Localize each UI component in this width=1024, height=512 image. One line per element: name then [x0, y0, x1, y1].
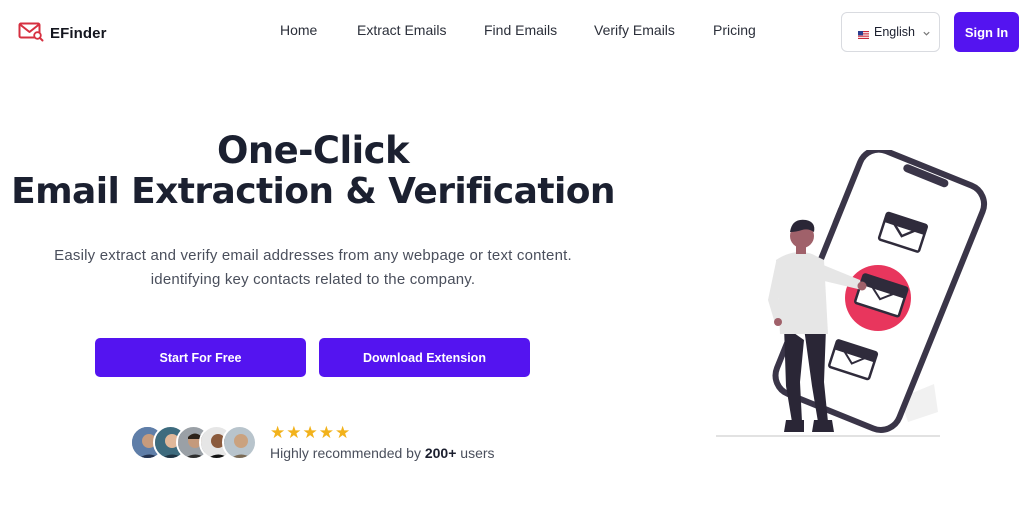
language-label: English	[874, 25, 915, 39]
hero-illustration	[712, 146, 992, 450]
chevron-down-icon	[922, 27, 931, 41]
hero-title-line1: One-Click	[217, 129, 410, 172]
hero-title: One-Click Email Extraction & Verificatio…	[0, 130, 626, 212]
nav-item-pricing[interactable]: Pricing	[713, 22, 756, 38]
avatar	[222, 425, 257, 460]
top-navbar: EFinder Home Extract Emails Find Emails …	[0, 0, 1024, 64]
nav-item-home[interactable]: Home	[280, 22, 317, 38]
recommendation-text: Highly recommended by 200+ users	[270, 445, 495, 461]
hero-subtitle-line1: Easily extract and verify email addresse…	[54, 247, 572, 264]
user-count: 200+	[424, 445, 457, 461]
download-extension-button[interactable]: Download Extension	[319, 338, 530, 377]
hero-subtitle-line2: identifying key contacts related to the …	[150, 271, 476, 288]
hero-title-line2: Email Extraction & Verification	[11, 171, 615, 212]
nav-item-extract-emails[interactable]: Extract Emails	[357, 22, 446, 38]
user-avatars	[130, 425, 260, 460]
hero-subtitle: Easily extract and verify email addresse…	[0, 244, 626, 292]
us-flag-icon	[858, 28, 869, 39]
rating-stars: ★★★★★	[270, 423, 352, 442]
sign-in-button[interactable]: Sign In	[954, 12, 1019, 52]
nav-item-verify-emails[interactable]: Verify Emails	[594, 22, 675, 38]
start-for-free-button[interactable]: Start For Free	[95, 338, 306, 377]
language-select[interactable]: English	[841, 12, 940, 52]
nav-item-find-emails[interactable]: Find Emails	[484, 22, 557, 38]
